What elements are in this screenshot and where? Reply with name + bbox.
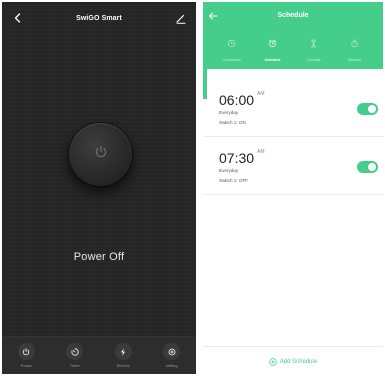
schedule-header: Schedule Countdown Schedule Circulate Ra…: [203, 2, 383, 69]
plus-circle-icon: [269, 353, 280, 371]
toggle-knob: [368, 105, 376, 113]
schedule-period: AM: [257, 149, 265, 155]
bottom-nav: Power Timer Electric setting: [2, 336, 196, 374]
list-item[interactable]: 06:00 AM Everyday Switch 1: ON: [203, 79, 383, 137]
nav-label: Electric: [116, 363, 130, 368]
schedule-action: Switch 1: ON: [219, 120, 246, 125]
background-texture: [2, 2, 196, 374]
page-title: SwiGO Smart: [76, 14, 122, 22]
schedule-list: 06:00 AM Everyday Switch 1: ON 07:30 AM …: [203, 69, 383, 347]
schedule-toggle[interactable]: [357, 161, 378, 173]
schedule-time: 07:30: [219, 150, 255, 166]
active-row-accent: [203, 69, 207, 99]
power-button[interactable]: [69, 123, 132, 186]
tab-random[interactable]: Random: [337, 35, 373, 62]
tab-countdown[interactable]: Countdown: [214, 35, 250, 62]
timer-icon: [66, 343, 84, 360]
tab-label: Circulate: [306, 58, 321, 62]
power-icon: [17, 343, 35, 360]
schedule-tabs: Countdown Schedule Circulate Random: [203, 35, 383, 62]
nav-label: Timer: [69, 363, 80, 368]
left-header: SwiGO Smart: [2, 2, 196, 34]
schedule-toggle[interactable]: [357, 103, 378, 115]
schedule-screen: Schedule Countdown Schedule Circulate Ra…: [203, 2, 383, 376]
nav-label: Power: [20, 363, 32, 368]
tab-label: Schedule: [264, 58, 281, 62]
tab-schedule[interactable]: Schedule: [255, 35, 291, 62]
schedule-action: Switch 1: OFF: [219, 178, 249, 183]
tab-circulate[interactable]: Circulate: [296, 35, 332, 62]
device-control-screen: SwiGO Smart Power Off Power Timer Electr…: [2, 2, 196, 374]
lightning-icon: [114, 343, 132, 360]
add-schedule-button[interactable]: Add Schedule: [203, 346, 383, 376]
schedule-repeat: Everyday: [219, 110, 239, 115]
pencil-icon[interactable]: [174, 11, 188, 25]
nav-timer[interactable]: Timer: [55, 343, 95, 368]
add-schedule-label: Add Schedule: [279, 358, 318, 365]
tab-label: Random: [347, 58, 362, 62]
gear-icon: [163, 343, 181, 360]
page-title: Schedule: [277, 12, 309, 19]
schedule-period: AM: [257, 91, 265, 97]
schedule-repeat: Everyday: [219, 168, 239, 173]
nav-setting[interactable]: setting: [152, 343, 192, 368]
nav-electric[interactable]: Electric: [103, 343, 143, 368]
schedule-time: 06:00: [219, 92, 255, 108]
power-icon: [93, 144, 109, 165]
tab-label: Countdown: [222, 58, 241, 62]
chevron-left-icon[interactable]: [11, 11, 25, 25]
screenshot-stage: SwiGO Smart Power Off Power Timer Electr…: [0, 0, 385, 378]
hourglass-icon: [309, 35, 318, 53]
stopwatch-icon: [350, 35, 359, 53]
nav-power[interactable]: Power: [6, 343, 46, 368]
clock-icon: [227, 35, 236, 53]
power-status: Power Off: [73, 251, 125, 263]
nav-label: setting: [165, 363, 178, 368]
list-item[interactable]: 07:30 AM Everyday Switch 1: OFF: [203, 137, 383, 195]
alarm-clock-icon: [268, 35, 277, 53]
toggle-knob: [368, 163, 376, 171]
